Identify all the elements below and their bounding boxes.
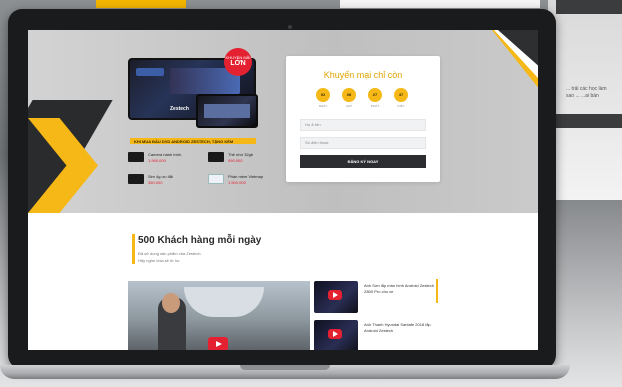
video-title[interactable]: Anh Thanh Hyundai Santafe 2018 lắp Andro… [364,322,436,333]
countdown-value: 27 [368,88,382,102]
countdown-value: 08 [342,88,356,102]
play-icon[interactable] [208,337,228,350]
video-list-item[interactable]: Anh Thanh Hyundai Santafe 2018 lắp Andro… [314,320,444,350]
promo-strip-text: KHI MUA ĐẦU DVD ANDROID ZESTECH, TẶNG KÈ… [134,139,234,144]
webcam-icon [288,25,292,29]
customers-subtitle: Đã sử dụng sản phẩm của Zestech. [138,251,202,256]
countdown-seconds: 47 GIÂY [394,88,408,108]
promo-strip: KHI MUA ĐẦU DVD ANDROID ZESTECH, TẶNG KÈ… [130,138,256,144]
video-thumbnail[interactable] [314,281,358,313]
video-list-item[interactable]: Anh Sơn lắp màn hình Android Zestech Z80… [314,281,444,315]
sale-badge: KHUYẾN MÃI LỚN [224,48,252,76]
section-accent-bar [132,234,135,264]
gift-price: 350.000 [148,180,163,185]
countdown-value: 47 [394,88,408,102]
background-monitor-bar [556,0,622,14]
gift-price: 1.990.000 [148,158,166,163]
play-icon[interactable] [328,329,342,339]
promo-form-card: Khuyến mại chỉ còn 02 NGÀY 08 GIỜ 27 PHÚ… [286,56,440,182]
background-monitor-bar [556,114,622,128]
background-white-strip [340,0,540,8]
form-title: Khuyến mại chỉ còn [323,70,403,80]
countdown-timer: 02 NGÀY 08 GIỜ 27 PHÚT 47 GIÂY [316,88,412,112]
customer-face [162,293,180,313]
memory-card-icon [208,152,224,162]
car-window [184,287,264,317]
countdown-minutes: 27 PHÚT [368,88,382,108]
countdown-hours: 08 GIỜ [342,88,356,108]
gift-price: 990.000 [228,158,243,163]
customers-title: 500 Khách hàng mỗi ngày [138,235,262,246]
background-monitor: ... trải các học làm sao ... ...ai bán [548,0,622,200]
android-screen-secondary-image [196,94,258,128]
product-ui-element [136,68,164,76]
video-title[interactable]: Anh Sơn lắp màn hình Android Zestech Z80… [364,283,436,294]
countdown-days: 02 NGÀY [316,88,330,108]
dashcam-icon [128,152,144,162]
countdown-label: PHÚT [370,104,380,108]
product-ui-element [204,104,250,118]
gift-name: Sim 4g ưu đãi [148,174,173,179]
gift-name: Camera hành trình [148,152,182,157]
countdown-value: 02 [316,88,330,102]
countdown-label: GIỜ [346,104,352,108]
register-button[interactable]: ĐĂNG KÝ NGAY [300,155,426,168]
hero-banner: Zestech KHUYẾN MÃI LỚN KHI MUA ĐẦU DVD A… [28,30,538,213]
featured-video[interactable] [128,281,310,350]
video-thumbnail[interactable] [314,320,358,350]
gift-name: Thẻ nhớ 32gb [228,152,254,157]
gift-name: Phần mềm Vietmap [228,174,264,179]
play-icon[interactable] [328,290,342,300]
video-list-accent [436,279,438,303]
name-field[interactable]: Họ & tên [300,119,426,131]
map-software-icon [208,174,224,184]
countdown-label: NGÀY [318,104,328,108]
gift-price: 1.500.000 [228,180,246,185]
customers-subtitle: Hãy nghe chia sẻ từ họ [138,258,180,263]
product-brand: Zestech [170,106,189,112]
sale-badge-line2: LỚN [230,60,246,67]
laptop-notch [240,365,330,370]
sim-card-icon [128,174,144,184]
background-monitor-text: ... trải các học làm sao ... ...ai bán [566,86,607,99]
phone-field[interactable]: Số điện thoại [300,137,426,149]
customers-section: 500 Khách hàng mỗi ngày Đã sử dụng sản p… [28,213,538,350]
laptop-screen: Zestech KHUYẾN MÃI LỚN KHI MUA ĐẦU DVD A… [28,30,538,350]
background-yellow-strip [96,0,186,8]
countdown-label: GIÂY [397,104,405,108]
